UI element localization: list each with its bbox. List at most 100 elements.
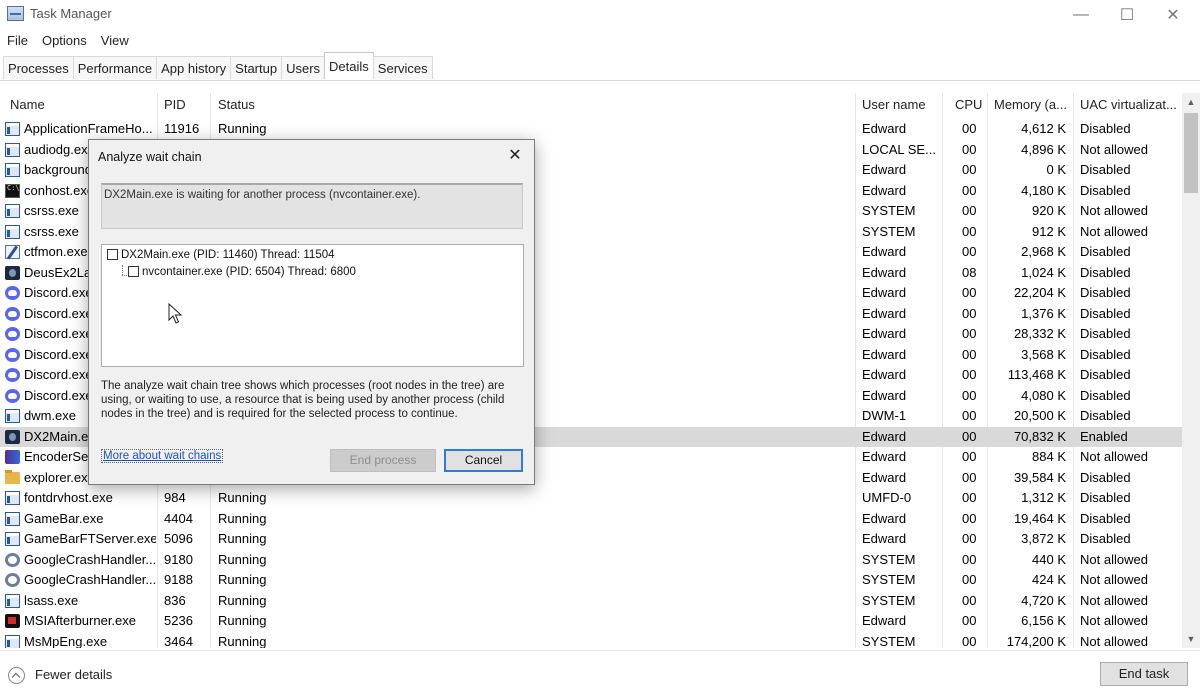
sort-ascending-icon: ^ (72, 93, 76, 97)
user-cell: Edward (862, 264, 907, 280)
table-row[interactable]: GoogleCrashHandler... 9188 Running SYSTEM 00… (0, 570, 1182, 591)
maximize-button[interactable]: ☐ (1104, 0, 1150, 30)
more-about-wait-chains-link[interactable]: More about wait chains (101, 449, 224, 463)
memory-cell: 1,024 K (1021, 264, 1066, 280)
tree-node-root[interactable]: DX2Main.exe (PID: 11460) Thread: 11504 (107, 249, 335, 261)
memory-cell: 20,500 K (1013, 408, 1066, 423)
status-cell: Running (218, 633, 267, 649)
column-header-name[interactable]: Name (10, 93, 45, 117)
menu-options[interactable]: Options (35, 31, 94, 51)
pid-cell: 5096 (164, 531, 193, 546)
name-cell: MSIAfterburner.exe (24, 613, 136, 628)
tab-bar: Processes Performance App history Startu… (0, 52, 1200, 81)
cpu-cell: 00 (962, 346, 977, 362)
tree-node-label: nvcontainer.exe (PID: 6504) Thread: 6800 (142, 266, 356, 278)
uac-cell: Disabled (1080, 510, 1131, 526)
column-header-cpu[interactable]: CPU (955, 93, 982, 117)
tree-node-checkbox[interactable] (128, 266, 139, 277)
minimize-button[interactable]: — (1058, 0, 1104, 30)
memory-cell: 2,968 K (1021, 244, 1066, 259)
cpu-cell: 00 (962, 367, 977, 382)
window-icon (5, 122, 20, 136)
user-cell: SYSTEM (862, 223, 916, 239)
dialog-close-button[interactable]: ✕ (502, 144, 528, 168)
tree-node-child[interactable]: nvcontainer.exe (PID: 6504) Thread: 6800 (128, 266, 356, 278)
column-header-uac[interactable]: UAC virtualizat... (1080, 93, 1177, 117)
table-row[interactable]: GoogleCrashHandler... 9180 Running SYSTEM 00… (0, 550, 1182, 571)
scroll-thumb[interactable] (1184, 113, 1198, 193)
memory-cell: 0 K (1046, 162, 1066, 177)
close-button[interactable]: ✕ (1150, 0, 1196, 30)
end-task-button[interactable]: End task (1100, 662, 1188, 686)
uac-cell: Not allowed (1080, 449, 1148, 464)
uac-cell: Disabled (1080, 367, 1131, 382)
column-header-status[interactable]: Status (218, 93, 255, 117)
tab-services[interactable]: Services (372, 56, 433, 79)
menu-view[interactable]: View (94, 31, 136, 51)
footer: Fewer details (0, 650, 1200, 700)
tab-details[interactable]: Details (324, 52, 374, 79)
table-row[interactable]: GameBarFTServer.exe 5096 Running Edward 00 3,… (0, 529, 1182, 550)
memory-cell: 113,468 K (1007, 367, 1066, 382)
status-cell: Running (218, 531, 267, 546)
console-icon (5, 183, 20, 198)
memory-cell: 4,896 K (1021, 141, 1066, 157)
table-row[interactable]: ApplicationFrameHo... 11916 Running Edward 0… (0, 119, 1182, 140)
column-header-memory[interactable]: Memory (a... (994, 93, 1067, 117)
column-header-user[interactable]: User name (862, 93, 926, 117)
tab-users[interactable]: Users (281, 56, 326, 79)
fewer-details-link[interactable]: Fewer details (35, 667, 112, 682)
memory-cell: 6,156 K (1021, 613, 1066, 628)
discord-icon (5, 327, 20, 341)
pid-cell: 9188 (164, 572, 193, 587)
name-cell: fontdrvhost.exe (24, 490, 113, 505)
uac-cell: Disabled (1080, 162, 1131, 177)
tab-processes[interactable]: Processes (3, 56, 74, 79)
memory-cell: 22,204 K (1013, 285, 1066, 300)
tab-app-history[interactable]: App history (156, 56, 232, 79)
cpu-cell: 00 (962, 592, 977, 608)
table-row[interactable]: MSIAfterburner.exe 5236 Running Edward 00 6,1… (0, 611, 1182, 632)
uac-cell: Disabled (1080, 305, 1131, 321)
uac-cell: Not allowed (1080, 203, 1148, 218)
table-row[interactable]: GameBar.exe 4404 Running Edward 00 19,464 K Di… (0, 509, 1182, 530)
tab-performance[interactable]: Performance (72, 56, 158, 79)
cpu-cell: 00 (962, 121, 977, 136)
table-row[interactable]: lsass.exe 836 Running SYSTEM 00 4,720 K Not al… (0, 591, 1182, 612)
encoder-icon (5, 450, 20, 464)
end-process-button[interactable]: End process (330, 449, 436, 472)
dialog-title: Analyze wait chain (98, 150, 202, 164)
tab-startup[interactable]: Startup (230, 56, 283, 79)
cpu-cell: 00 (962, 613, 977, 628)
memory-cell: 4,612 K (1021, 121, 1066, 136)
name-cell: ApplicationFrameHo... (24, 121, 153, 136)
chevron-up-icon[interactable] (8, 667, 25, 684)
column-header-pid[interactable]: PID (164, 93, 186, 117)
tree-node-checkbox[interactable] (107, 249, 118, 260)
uac-cell: Not allowed (1080, 613, 1148, 628)
vertical-scrollbar[interactable]: ▲ ▼ (1182, 93, 1200, 648)
cpu-cell: 00 (962, 510, 977, 526)
window-icon (5, 491, 20, 505)
uac-cell: Disabled (1080, 408, 1131, 423)
discord-icon (5, 286, 20, 300)
cancel-button[interactable]: Cancel (444, 449, 523, 472)
status-cell: Running (218, 592, 267, 608)
name-cell: GoogleCrashHandler... (24, 572, 156, 587)
table-row[interactable]: MsMpEng.exe 3464 Running SYSTEM 00 174,200 K N… (0, 632, 1182, 649)
uac-cell: Disabled (1080, 346, 1131, 362)
user-cell: Edward (862, 285, 907, 300)
memory-cell: 920 K (1032, 203, 1066, 218)
memory-cell: 4,080 K (1021, 387, 1066, 403)
table-row[interactable]: fontdrvhost.exe 984 Running UMFD-0 00 1,312 K… (0, 488, 1182, 509)
memory-cell: 39,584 K (1013, 469, 1066, 485)
uac-cell: Not allowed (1080, 551, 1148, 567)
user-cell: Edward (862, 510, 907, 526)
cpu-cell: 00 (962, 305, 977, 321)
scroll-down-icon[interactable]: ▼ (1182, 630, 1200, 648)
user-cell: SYSTEM (862, 203, 916, 218)
menu-file[interactable]: File (0, 31, 35, 51)
discord-icon (5, 306, 20, 321)
scroll-up-icon[interactable]: ▲ (1182, 93, 1200, 111)
user-cell: DWM-1 (862, 408, 907, 423)
